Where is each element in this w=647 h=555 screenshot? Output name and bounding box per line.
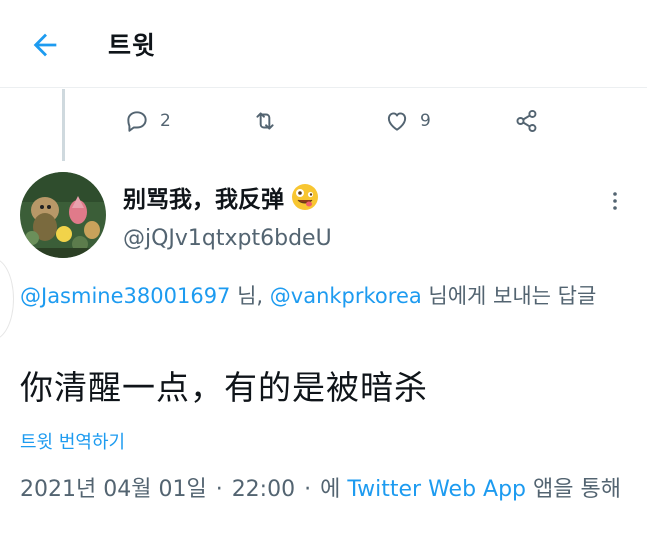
like-icon (387, 112, 407, 131)
back-button[interactable] (28, 28, 62, 62)
reply-icon (127, 111, 147, 132)
like-count: 9 (420, 111, 431, 131)
tweet-time[interactable]: 22:00 (232, 477, 295, 502)
display-name[interactable]: 别骂我，我反弹 (123, 180, 320, 214)
mention-link-2[interactable]: @vankprkorea (270, 284, 422, 308)
like-button[interactable]: 9 (384, 108, 431, 134)
avatar[interactable] (20, 172, 106, 258)
share-button[interactable] (514, 108, 540, 134)
more-vertical-icon (613, 192, 617, 210)
share-icon (516, 109, 537, 133)
tweet-text: 你清醒一点，有的是被暗杀 (20, 368, 428, 407)
mention-link-1[interactable]: @Jasmine38001697 (20, 284, 230, 308)
translate-tweet-link[interactable]: 트윗 번역하기 (20, 428, 125, 454)
parent-tweet-actions: 2 9 (0, 108, 647, 140)
reply-button[interactable]: 2 (124, 108, 171, 134)
page-title: 트윗 (108, 31, 157, 60)
reply-separator: 님, (230, 284, 270, 308)
emoji-icon (292, 184, 318, 210)
reply-count: 2 (160, 111, 171, 131)
retweet-icon (256, 112, 274, 130)
user-handle[interactable]: @jQJv1qtxpt6bdeU (123, 226, 332, 251)
separator-dot: · (304, 477, 312, 502)
more-options-button[interactable] (604, 186, 626, 216)
display-name-text: 别骂我，我反弹 (123, 187, 284, 213)
tweet-metadata: 2021년 04월 01일 · 22:00 · 에 Twitter Web Ap… (20, 473, 632, 507)
source-prefix: 에 (320, 477, 341, 502)
top-header: 트윗 (0, 0, 647, 88)
edge-decoration (0, 258, 14, 340)
avatar-image (20, 172, 106, 258)
source-suffix: 앱을 통해 (533, 477, 621, 502)
reply-suffix: 님에게 보내는 답글 (421, 284, 597, 308)
separator-dot: · (215, 477, 223, 502)
tweet-date[interactable]: 2021년 04월 01일 (20, 477, 207, 502)
source-app-link[interactable]: Twitter Web App (347, 477, 526, 502)
back-arrow-icon (33, 33, 57, 57)
retweet-button[interactable] (252, 108, 288, 134)
reply-context: @Jasmine38001697 님, @vankprkorea 님에게 보내는… (20, 281, 632, 311)
